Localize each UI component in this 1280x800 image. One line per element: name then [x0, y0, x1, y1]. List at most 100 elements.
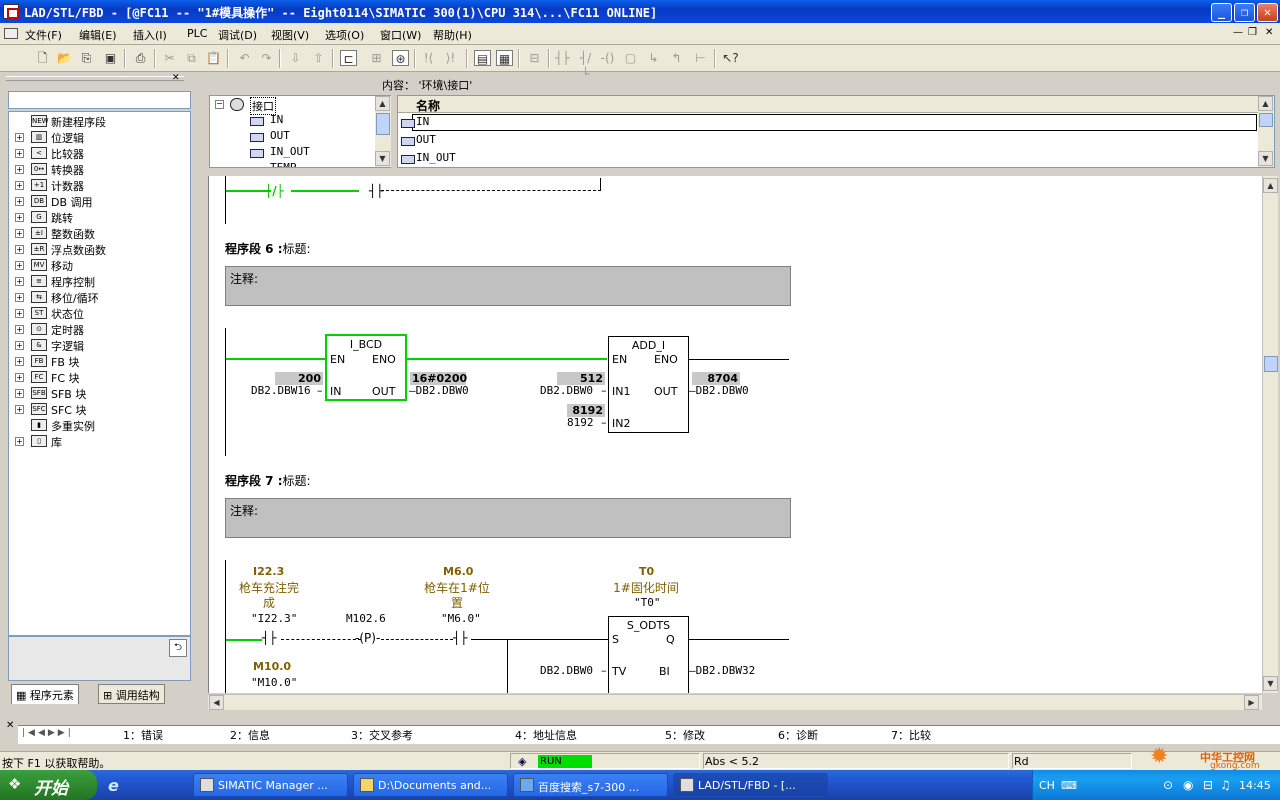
menu-options[interactable]: 选项(O) [325, 27, 364, 43]
tab-cross-reference[interactable]: 3：交叉参考 [351, 727, 413, 743]
tray-volume-icon[interactable]: ♫ [1220, 778, 1231, 792]
tree-item[interactable]: NEW 新建程序段 [9, 113, 189, 129]
contact-symbol-2[interactable]: ┤├ [369, 184, 383, 198]
keyboard-icon[interactable]: ⌨ [1061, 779, 1077, 792]
element-search-field[interactable] [8, 91, 191, 109]
iface-tree-in[interactable]: IN [270, 113, 283, 126]
doc-icon[interactable] [4, 28, 18, 39]
monitor-icon[interactable]: ⊛ [392, 50, 409, 66]
expand-icon[interactable]: + [15, 325, 24, 334]
tree-item[interactable]: + SFC SFC 块 [9, 401, 189, 417]
ie-quicklaunch-icon[interactable]: e [108, 776, 126, 795]
expand-icon[interactable]: + [15, 197, 24, 206]
upload-icon[interactable]: ⇧ [310, 50, 327, 66]
timer-bi-address[interactable]: –DB2.DBW32 [689, 664, 755, 677]
copy-icon[interactable]: ⧉ [183, 50, 200, 66]
next-network-icon[interactable]: ⟩! [442, 50, 459, 66]
iface-row-in-out[interactable]: IN_OUT [416, 151, 456, 164]
download-icon[interactable]: ⇩ [287, 50, 304, 66]
open-icon[interactable]: 📂 [56, 50, 73, 66]
add-i-in1-address[interactable]: DB2.DBW0 [540, 384, 593, 397]
i-bcd-in-address[interactable]: DB2.DBW16 [251, 384, 311, 397]
tree-item[interactable]: + DB DB 调用 [9, 193, 189, 209]
expand-icon[interactable]: + [15, 389, 24, 398]
save-icon[interactable]: ▣ [102, 50, 119, 66]
timer-t0-address[interactable]: T0 [639, 565, 654, 578]
close-branch-icon[interactable]: ↰ [668, 50, 685, 66]
empty-box-icon[interactable]: ▢ [622, 50, 639, 66]
tray-icon-2[interactable]: ◉ [1183, 778, 1193, 792]
expand-icon[interactable]: + [15, 437, 24, 446]
s-odts-box[interactable]: S_ODTS S Q TV BI [608, 616, 689, 693]
mdi-minimize-icon[interactable]: — [1233, 27, 1243, 38]
tree-item[interactable]: + MV 移动 [9, 257, 189, 273]
expand-icon[interactable]: + [15, 213, 24, 222]
task-simatic-manager[interactable]: SIMATIC Manager ... [193, 773, 348, 797]
print-icon[interactable]: ⎙ [132, 50, 149, 66]
online-offline-icon[interactable]: ⊏ [340, 50, 357, 66]
tree-item[interactable]: + ▯ 库 [9, 433, 189, 449]
expand-icon[interactable]: + [15, 229, 24, 238]
editor-scroll-thumb[interactable] [1264, 356, 1278, 372]
iface-row-in[interactable]: IN [416, 115, 429, 128]
add-i-box[interactable]: ADD_I EN ENO IN1 OUT IN2 [608, 336, 689, 433]
redo-icon[interactable]: ↷ [258, 50, 275, 66]
tree-item[interactable]: + SFB SFB 块 [9, 385, 189, 401]
network-icon[interactable]: ⊞ [368, 50, 385, 66]
contact-m10-0-address[interactable]: M10.0 [253, 660, 291, 673]
nc-contact-icon[interactable]: ┤/├ [577, 50, 594, 81]
tree-item[interactable]: + FB FB 块 [9, 353, 189, 369]
cut-icon[interactable]: ✂ [161, 50, 178, 66]
editor-scroll-down-icon[interactable]: ▼ [1263, 676, 1278, 691]
panel-close-icon[interactable]: ✕ [172, 73, 180, 83]
table-scroll-down-icon[interactable]: ▼ [1258, 151, 1273, 166]
tray-network-icon[interactable]: ⊟ [1203, 778, 1213, 792]
expand-icon[interactable]: + [15, 357, 24, 366]
expand-icon[interactable]: + [15, 149, 24, 158]
add-i-in2-address[interactable]: 8192 [567, 416, 594, 429]
connection-icon[interactable]: ⊢ [692, 50, 709, 66]
tray-icon-1[interactable]: ⊙ [1163, 778, 1173, 792]
mdi-close-icon[interactable]: ✕ [1265, 27, 1273, 38]
menu-file[interactable]: 文件(F) [25, 27, 62, 43]
start-button[interactable]: ❖ 开始 [0, 770, 97, 800]
language-indicator[interactable]: CH [1039, 779, 1055, 792]
no-contact-icon[interactable]: ┤├ [554, 50, 571, 66]
menu-window[interactable]: 窗口(W) [380, 27, 421, 43]
tree-item[interactable]: + & 字逻辑 [9, 337, 189, 353]
iface-tree-scrollbar[interactable]: ▲ ▼ [375, 96, 391, 167]
tree-item[interactable]: + ⊙ 定时器 [9, 321, 189, 337]
p-edge-address[interactable]: M102.6 [346, 612, 386, 625]
tab-compare[interactable]: 7：比较 [891, 727, 931, 743]
expand-icon[interactable]: + [15, 293, 24, 302]
task-explorer[interactable]: D:\Documents and... [353, 773, 508, 797]
task-lad-stl-fbd[interactable]: LAD/STL/FBD - [... [673, 773, 828, 797]
editor-vertical-scrollbar[interactable]: ▲ ▼ [1262, 176, 1278, 693]
add-i-out-address[interactable]: –DB2.DBW0 [689, 384, 749, 397]
context-help-icon[interactable]: ↖? [722, 50, 739, 66]
i-bcd-out-address[interactable]: –DB2.DBW0 [409, 384, 469, 397]
contact-symbol[interactable]: ┤/├ [265, 184, 284, 198]
expand-icon[interactable]: + [15, 405, 24, 414]
app-icon[interactable] [3, 4, 19, 19]
undo-icon[interactable]: ↶ [236, 50, 253, 66]
expand-icon[interactable]: + [15, 245, 24, 254]
tree-item[interactable]: + ▥ 位逻辑 [9, 129, 189, 145]
editor-scroll-right-icon[interactable]: ▶ [1244, 695, 1259, 710]
collapse-icon[interactable]: − [215, 100, 224, 109]
expand-icon[interactable]: + [15, 373, 24, 382]
tree-item[interactable]: + ±R 浮点数函数 [9, 241, 189, 257]
editor-scroll-up-icon[interactable]: ▲ [1263, 178, 1278, 193]
iface-row-out[interactable]: OUT [416, 133, 436, 146]
maximize-button[interactable]: ❐ [1234, 3, 1255, 22]
tree-item[interactable]: + ±I 整数函数 [9, 225, 189, 241]
contact-m6-0-address[interactable]: M6.0 [443, 565, 473, 578]
tab-program-elements[interactable]: ▦ 程序元素 [11, 684, 79, 704]
details-close-icon[interactable]: ✕ [6, 720, 14, 731]
menu-edit[interactable]: 编辑(E) [79, 27, 117, 43]
iface-tree-out[interactable]: OUT [270, 129, 290, 142]
tab-info[interactable]: 2：信息 [230, 727, 270, 743]
contact-m6-0[interactable]: ┤├ [453, 631, 467, 645]
tree-item[interactable]: +0↔ 转换器 [9, 161, 189, 177]
tab-nav-icon[interactable]: |◀◀▶▶| [22, 728, 74, 738]
